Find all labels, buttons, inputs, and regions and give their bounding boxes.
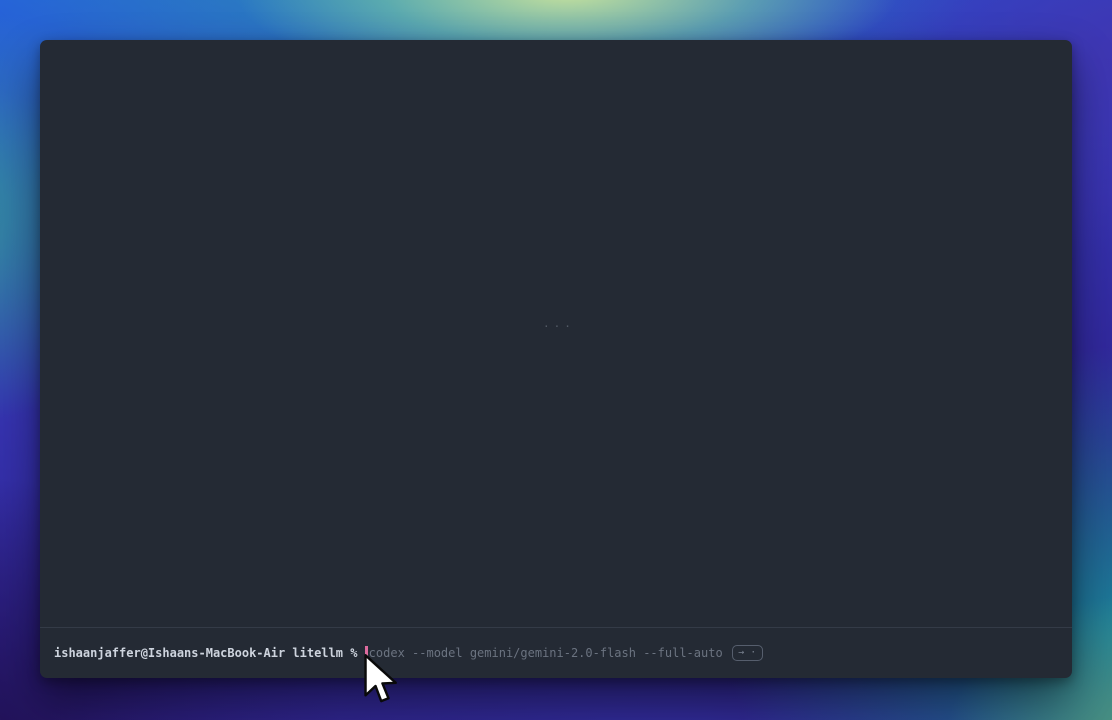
command-autosuggestion: codex --model gemini/gemini-2.0-flash --…	[369, 645, 723, 661]
autosuggest-accept-hint-badge: → ·	[732, 645, 763, 661]
text-cursor	[365, 646, 368, 661]
desktop-wallpaper: ··· ishaanjaffer@Ishaans-MacBook-Air lit…	[0, 0, 1112, 720]
terminal-output-area: ···	[40, 40, 1072, 627]
terminal-prompt-line[interactable]: ishaanjaffer@Ishaans-MacBook-Air litellm…	[40, 628, 1072, 678]
prompt-user-host: ishaanjaffer@Ishaans-MacBook-Air	[54, 645, 285, 661]
prompt-symbol: %	[343, 645, 365, 661]
prompt-directory: litellm	[285, 645, 343, 661]
terminal-window[interactable]: ··· ishaanjaffer@Ishaans-MacBook-Air lit…	[40, 40, 1072, 678]
loading-dots-indicator: ···	[543, 320, 575, 333]
